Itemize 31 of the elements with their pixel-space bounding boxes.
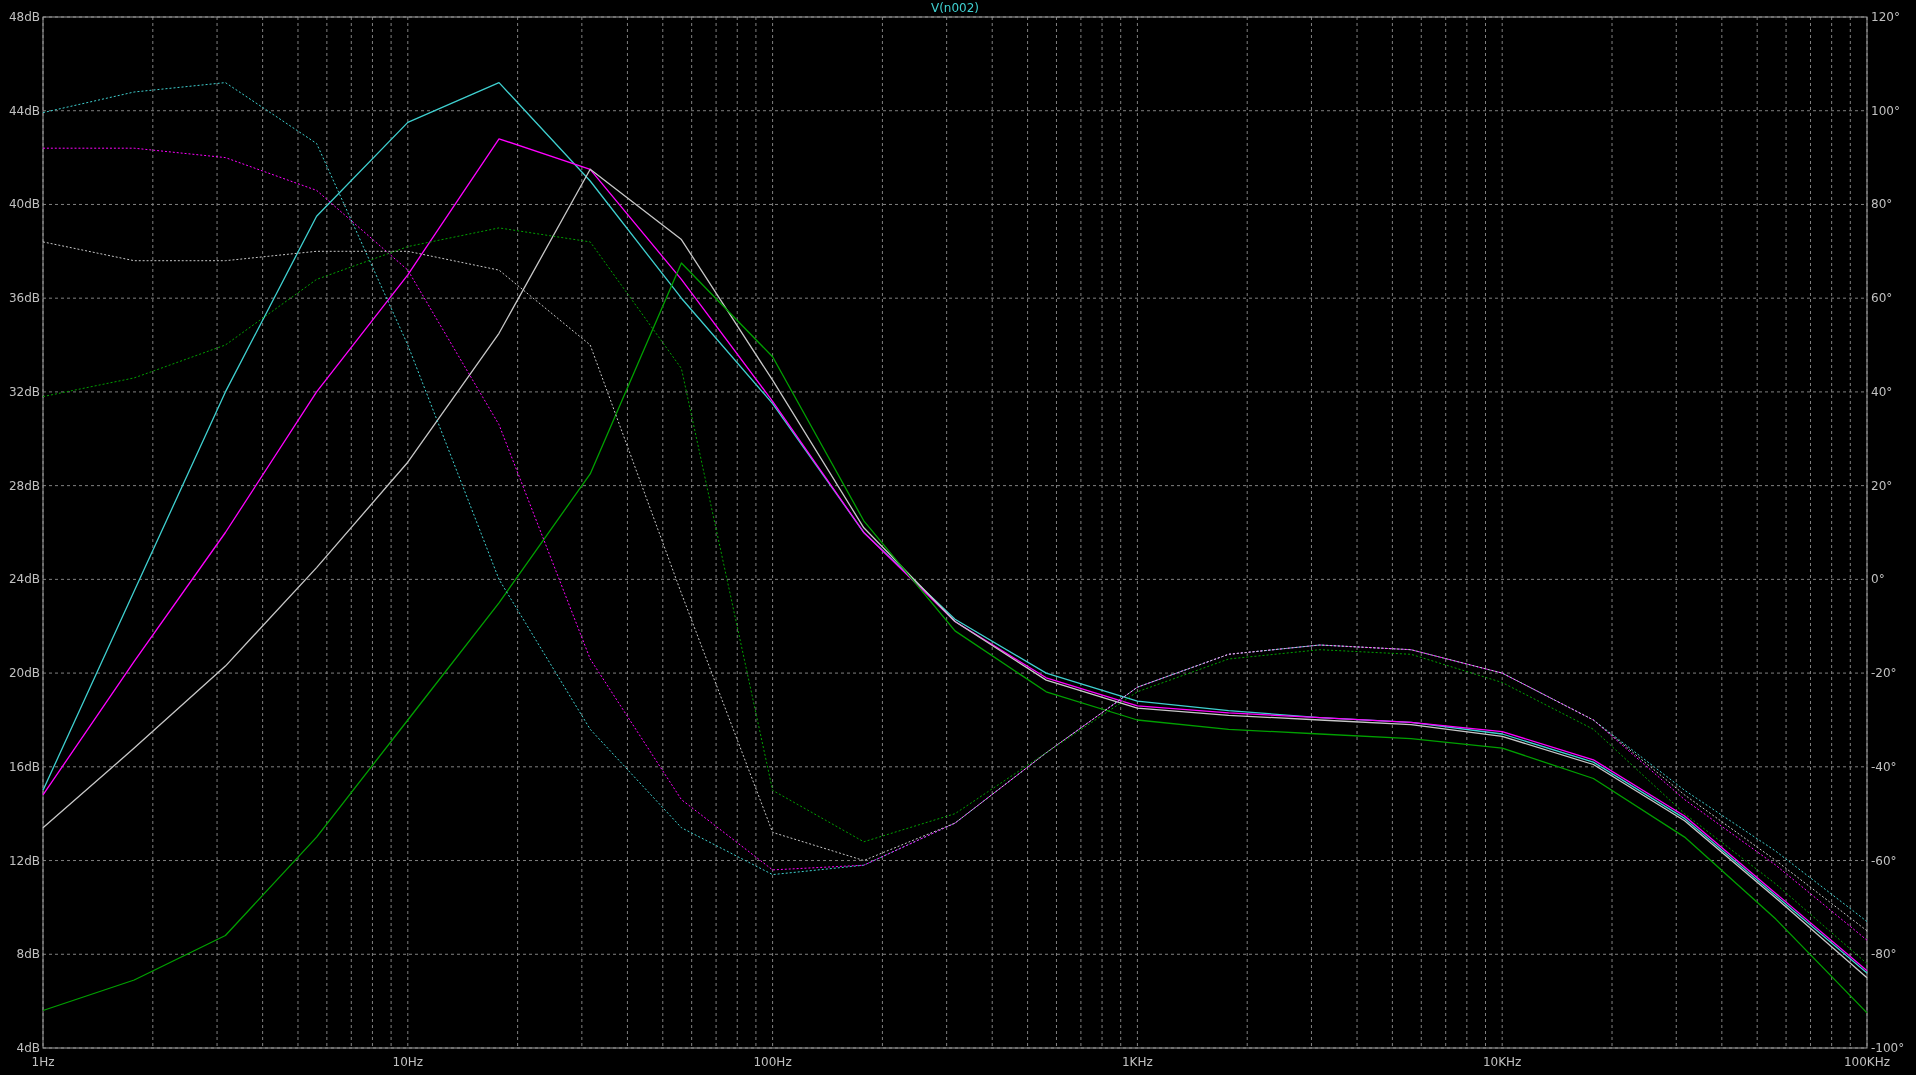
axis-label: 10KHz — [1482, 1055, 1522, 1069]
axis-label: 120° — [1871, 10, 1900, 24]
axis-label: 44dB — [8, 103, 40, 118]
axis-label: 40dB — [8, 197, 40, 212]
axis-label: 8dB — [16, 947, 40, 962]
axis-label: 1KHz — [1122, 1055, 1153, 1069]
axis-label: 100° — [1871, 103, 1900, 118]
axis-label: 80° — [1871, 197, 1893, 212]
axis-label: 32dB — [8, 384, 40, 399]
axis-label: -80° — [1871, 947, 1897, 962]
axis-label: 20dB — [8, 666, 40, 681]
axis-label: 10Hz — [392, 1055, 424, 1069]
axis-label: 4dB — [16, 1041, 40, 1055]
axis-label: 60° — [1871, 291, 1893, 306]
axis-label: 100Hz — [753, 1055, 792, 1069]
axis-label: -60° — [1871, 853, 1897, 868]
axis-label: -40° — [1871, 759, 1897, 774]
axis-label: 20° — [1871, 478, 1893, 493]
axis-label: 100KHz — [1843, 1055, 1891, 1069]
axis-label: 40° — [1871, 384, 1893, 399]
axis-label: -20° — [1871, 666, 1897, 681]
axis-label: -100° — [1871, 1041, 1905, 1055]
axis-label: 24dB — [8, 572, 40, 587]
axis-label: 0° — [1871, 572, 1885, 587]
plot-title: V(n002) — [930, 1, 980, 15]
axis-label: 12dB — [8, 853, 40, 868]
axis-label: 48dB — [8, 10, 40, 24]
axis-label: 16dB — [8, 759, 40, 774]
axis-label: 28dB — [8, 478, 40, 493]
axis-label: 36dB — [8, 291, 40, 306]
axis-label: 1Hz — [31, 1055, 55, 1069]
